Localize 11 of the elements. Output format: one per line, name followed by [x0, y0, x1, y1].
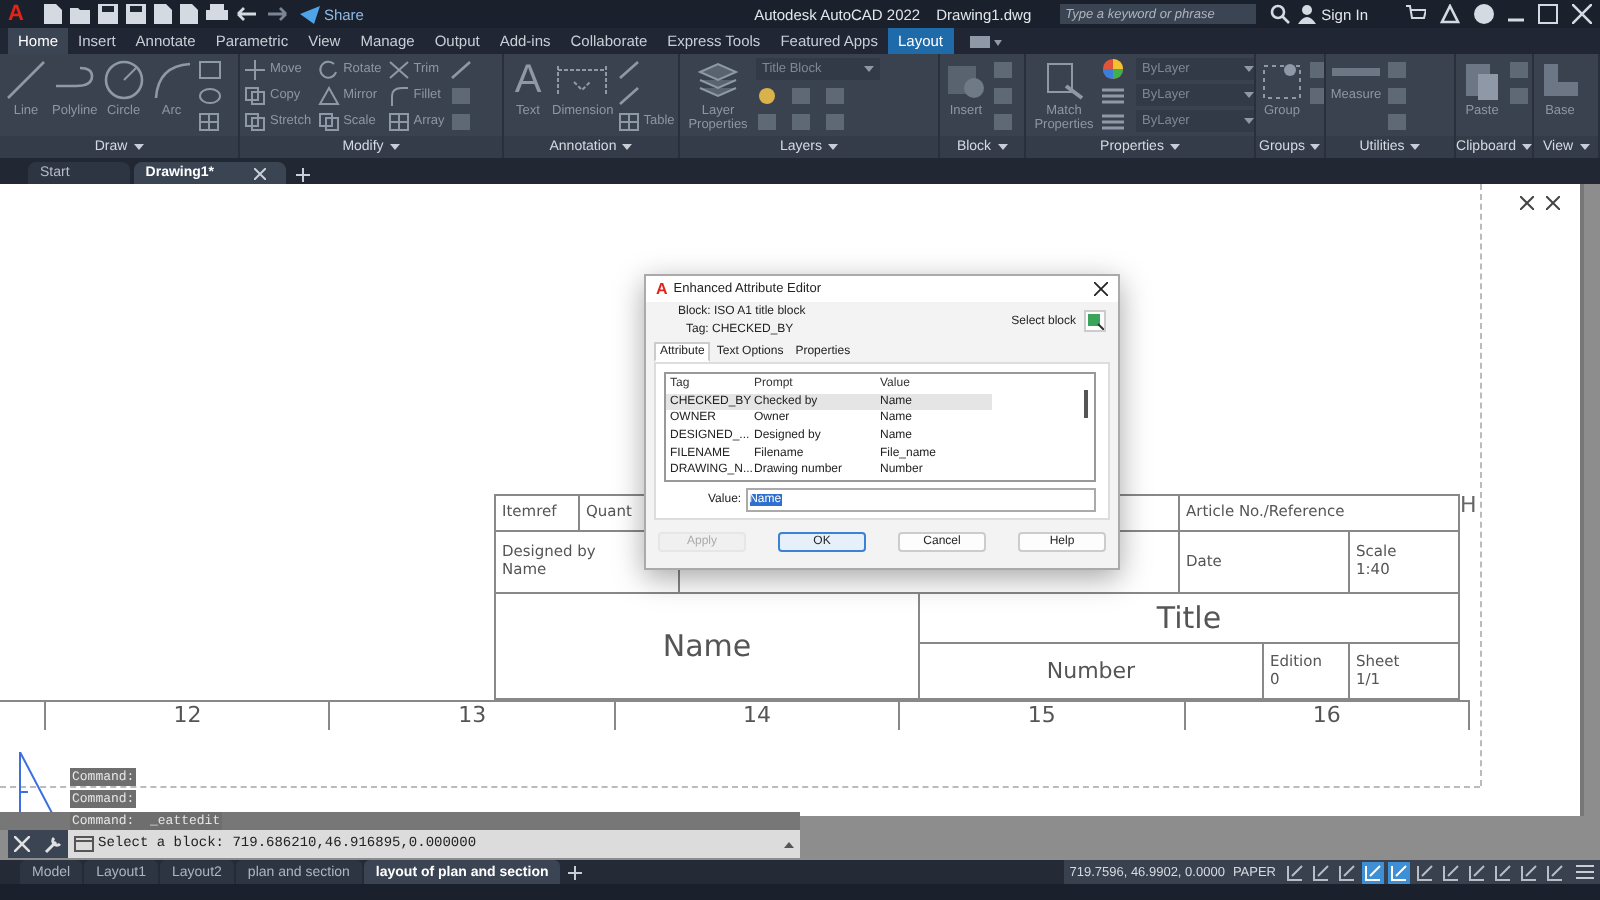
grid-reference-number: 15 — [1027, 702, 1056, 730]
app-logo: A — [656, 280, 668, 298]
grid-reference-number: 16 — [1312, 702, 1341, 730]
grid-reference-number: 14 — [743, 702, 772, 730]
grid-reference-letter: H — [1460, 492, 1477, 518]
title-block-text: Title — [1156, 600, 1222, 636]
title-block-text: Name — [662, 628, 752, 664]
title-block-text: Number — [1046, 658, 1136, 684]
grid-reference-number: 13 — [458, 702, 487, 730]
text-tool-icon: A — [514, 58, 542, 102]
grid-reference-number: 12 — [173, 702, 202, 730]
